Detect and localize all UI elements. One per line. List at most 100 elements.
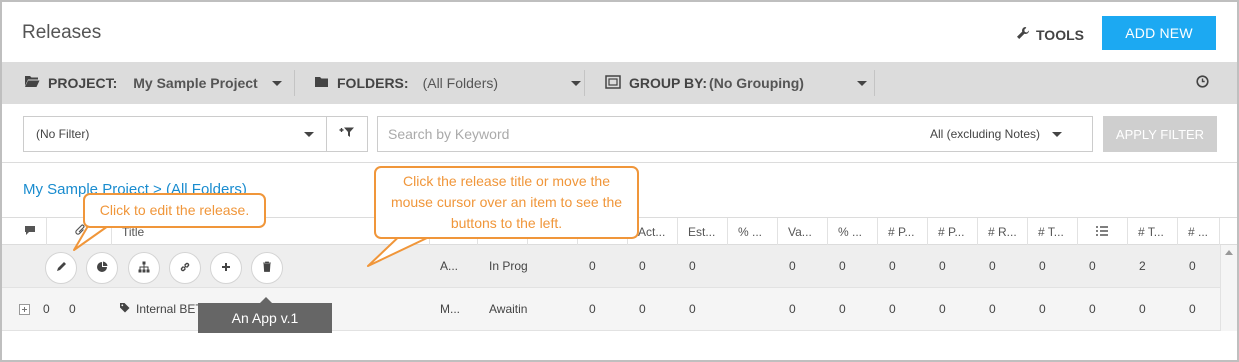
chevron-down-icon <box>271 80 282 86</box>
cell: 0 <box>689 302 696 316</box>
history-button[interactable] <box>1196 62 1209 104</box>
link-button[interactable] <box>169 252 201 284</box>
folder-icon <box>314 75 329 91</box>
search-scope-select[interactable]: All (excluding Notes) <box>930 127 1062 141</box>
column-header[interactable]: Est... <box>678 218 728 245</box>
column-header[interactable]: # ... <box>1178 218 1220 245</box>
hover-callout: Click the release title or move the mous… <box>374 166 639 239</box>
add-child-button[interactable] <box>210 252 242 284</box>
cell: A... <box>440 259 459 273</box>
cell: 0 <box>839 259 846 273</box>
cell: 0 <box>989 259 996 273</box>
column-header[interactable]: # P... <box>878 218 928 245</box>
cell: 0 <box>689 259 696 273</box>
wrench-icon <box>1016 26 1030 43</box>
filter-plus-icon <box>339 125 355 143</box>
folders-selector[interactable]: FOLDERS: (All Folders) <box>314 62 581 104</box>
cell: 0 <box>939 302 946 316</box>
pencil-icon <box>56 261 67 275</box>
column-comments[interactable] <box>2 218 47 245</box>
project-label: PROJECT: <box>48 75 118 91</box>
add-filter-button[interactable] <box>326 116 368 152</box>
expand-icon[interactable] <box>19 288 30 330</box>
cell: 0 <box>889 259 896 273</box>
page-title: Releases <box>22 22 102 43</box>
scroll-up-icon[interactable] <box>1225 250 1233 255</box>
cell: 0 <box>989 302 996 316</box>
column-header[interactable]: % ... <box>728 218 778 245</box>
comment-count: 0 <box>43 302 50 316</box>
hierarchy-button[interactable] <box>128 252 160 284</box>
cell: M... <box>440 302 460 316</box>
list-icon <box>1096 225 1108 239</box>
divider <box>2 162 1237 163</box>
column-header[interactable]: Va... <box>778 218 828 245</box>
saved-filter-value: (No Filter) <box>36 127 90 141</box>
search-row: (No Filter) Search by Keyword All (exclu… <box>2 104 1237 162</box>
saved-filter-select[interactable]: (No Filter) <box>23 116 327 152</box>
folders-value: (All Folders) <box>422 75 499 91</box>
tag-icon <box>119 302 130 316</box>
column-header[interactable]: # T... <box>1128 218 1178 245</box>
cell: 0 <box>889 302 896 316</box>
divider <box>874 70 875 96</box>
link-icon <box>179 261 191 276</box>
column-header[interactable]: # R... <box>978 218 1028 245</box>
group-icon <box>605 74 621 92</box>
cell: 0 <box>1139 302 1146 316</box>
filter-bar: PROJECT: My Sample Project FOLDERS: (All… <box>2 62 1237 104</box>
folders-label: FOLDERS: <box>337 75 409 91</box>
tools-button[interactable]: TOOLS <box>1016 26 1084 43</box>
tools-label: TOOLS <box>1036 26 1084 43</box>
edit-callout: Click to edit the release. <box>83 193 266 228</box>
column-header[interactable]: # T... <box>1028 218 1078 245</box>
project-value: My Sample Project <box>133 75 258 91</box>
trash-icon <box>262 261 272 275</box>
apply-filter-button[interactable]: APPLY FILTER <box>1103 116 1217 152</box>
sitemap-icon <box>138 261 150 276</box>
search-placeholder: Search by Keyword <box>388 126 510 142</box>
page-header: Releases TOOLS ADD NEW <box>2 2 1237 62</box>
folder-open-icon <box>24 75 40 91</box>
clock-icon <box>1196 75 1209 91</box>
cell: 0 <box>789 259 796 273</box>
cell: 0 <box>589 259 596 273</box>
group-by-selector[interactable]: GROUP BY: (No Grouping) <box>605 62 868 104</box>
cell: 0 <box>1189 259 1196 273</box>
cell: 0 <box>639 259 646 273</box>
chart-button[interactable] <box>86 252 118 284</box>
add-new-button[interactable]: ADD NEW <box>1102 16 1216 50</box>
column-header[interactable]: % ... <box>828 218 878 245</box>
cell: 0 <box>789 302 796 316</box>
column-header[interactable]: # P... <box>928 218 978 245</box>
vertical-scrollbar[interactable] <box>1220 245 1237 331</box>
pie-chart-icon <box>96 261 108 276</box>
cell: 0 <box>839 302 846 316</box>
cell: 0 <box>1089 302 1096 316</box>
edit-button[interactable] <box>45 252 77 284</box>
chevron-down-icon <box>570 80 581 86</box>
status-cell: Awaitin <box>489 302 527 316</box>
cell: 0 <box>1089 259 1096 273</box>
cell: 0 <box>1039 302 1046 316</box>
cell: 0 <box>1039 259 1046 273</box>
cell: 0 <box>1189 302 1196 316</box>
table-row[interactable]: A... In Prog 0 0 0 0 0 0 0 0 0 0 2 0 <box>2 245 1220 287</box>
group-by-value: (No Grouping) <box>709 75 804 91</box>
column-tasks[interactable] <box>1078 218 1128 245</box>
cell: 0 <box>589 302 596 316</box>
releases-panel: Releases TOOLS ADD NEW PROJECT: My Sampl… <box>0 0 1239 362</box>
cell: 0 <box>639 302 646 316</box>
tooltip: An App v.1 <box>198 303 332 333</box>
cell: 2 <box>1139 259 1146 273</box>
table-row[interactable]: 0 0 Internal BETA Release M... Awaitin 0… <box>2 287 1220 331</box>
project-selector[interactable]: PROJECT: My Sample Project <box>24 62 282 104</box>
delete-button[interactable] <box>251 252 283 284</box>
status-cell: In Prog <box>489 259 527 273</box>
paperclip-icon <box>75 224 86 239</box>
search-input[interactable]: Search by Keyword All (excluding Notes) <box>377 116 1093 152</box>
divider <box>584 70 585 96</box>
chevron-down-icon <box>1052 131 1062 137</box>
attachment-count: 0 <box>69 302 76 316</box>
divider <box>294 70 295 96</box>
